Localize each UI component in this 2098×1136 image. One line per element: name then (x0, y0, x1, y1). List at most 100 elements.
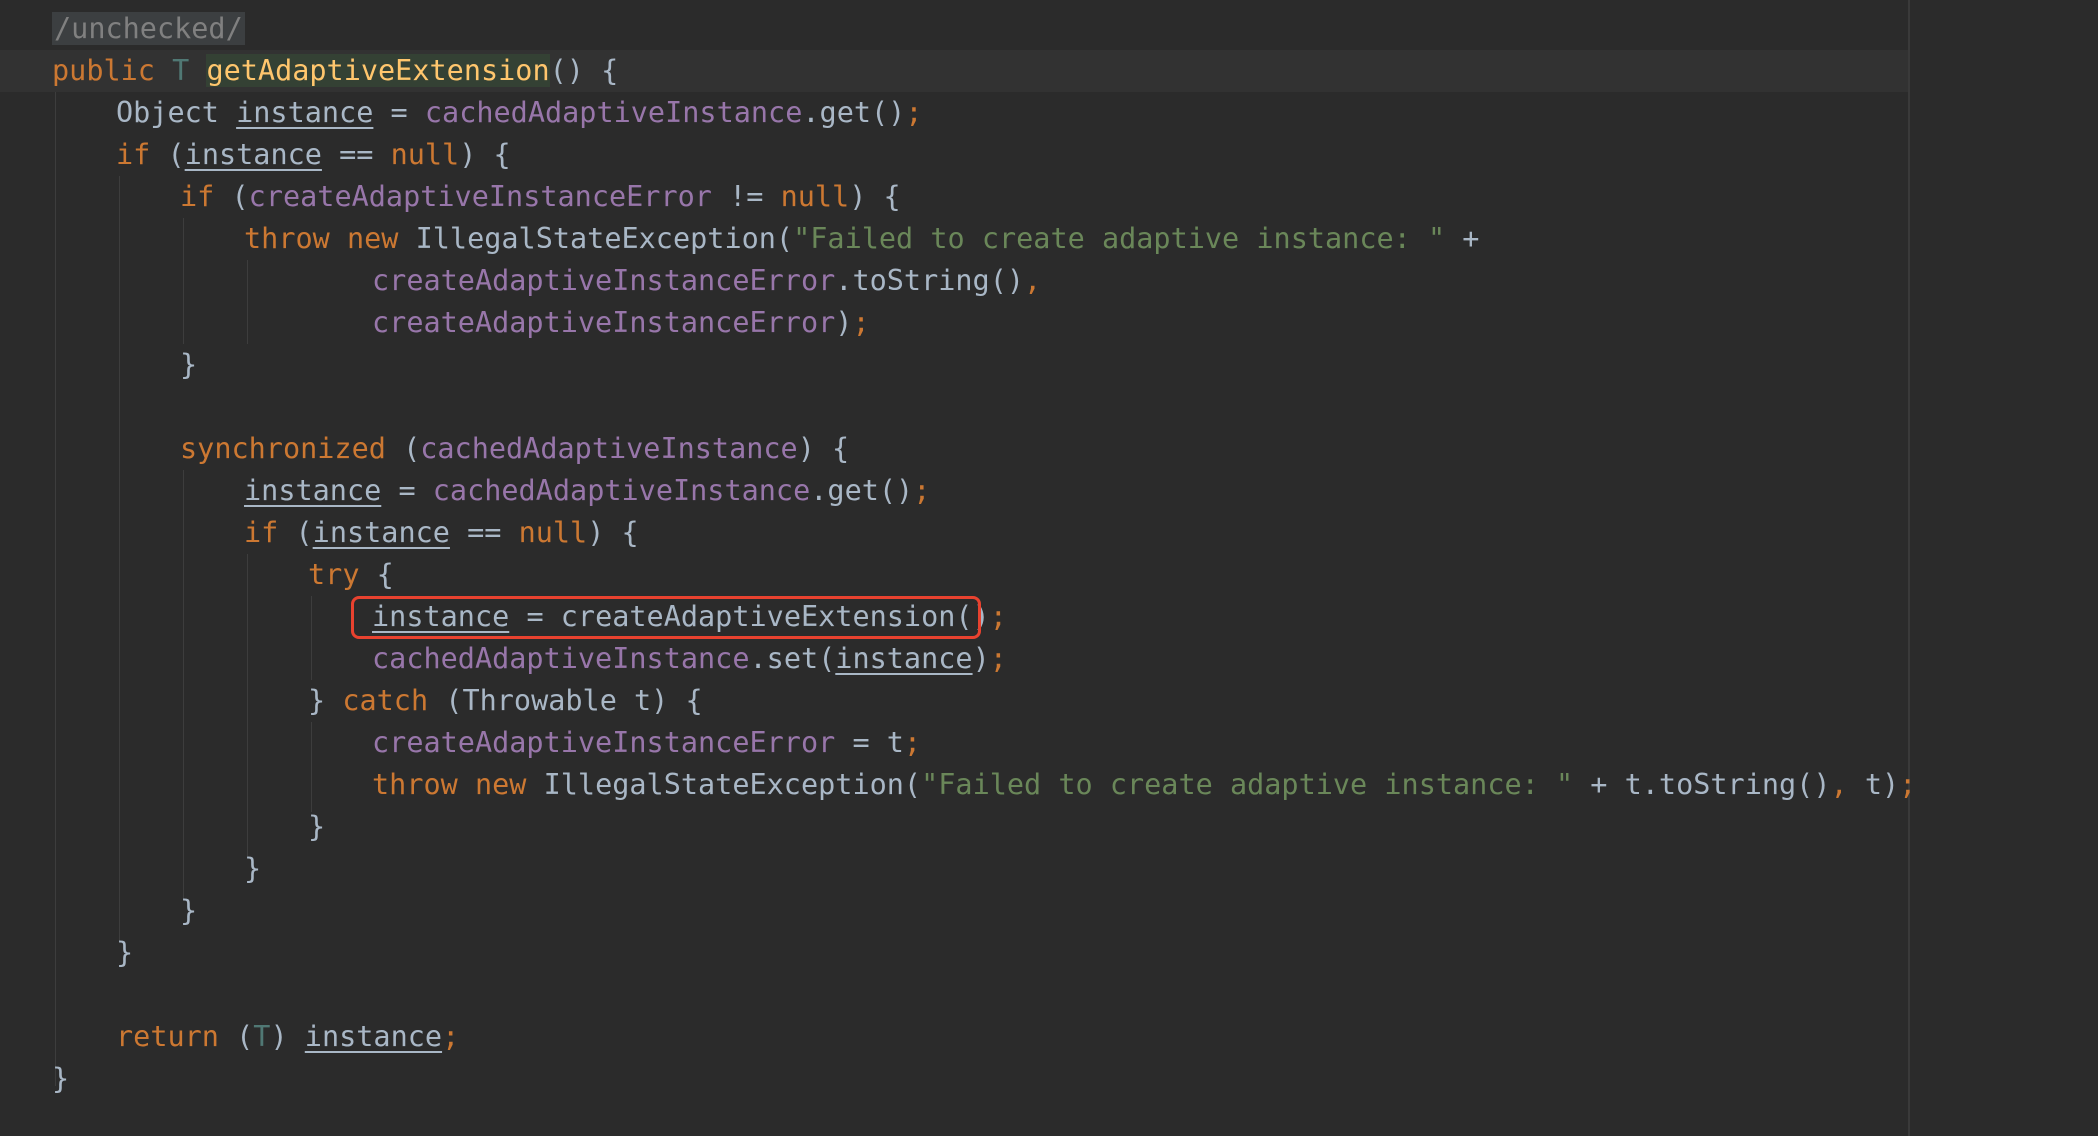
indent-guide (247, 554, 248, 856)
code-line[interactable]: throw new IllegalStateException("Failed … (372, 764, 1916, 806)
code-line[interactable]: } (116, 932, 133, 974)
code-line[interactable]: instance = cachedAdaptiveInstance.get(); (244, 470, 930, 512)
code-token: "Failed to create adaptive instance: " (793, 222, 1446, 255)
highlight-box (351, 596, 981, 639)
code-token: , (1830, 768, 1865, 801)
code-token: } (308, 684, 343, 717)
code-token: instance (236, 96, 374, 129)
code-line[interactable]: return (T) instance; (116, 1016, 459, 1058)
code-token: createAdaptiveInstanceError (372, 306, 836, 339)
code-token: } (180, 894, 198, 927)
code-token: synchronized (180, 432, 404, 465)
code-token: = (373, 96, 425, 129)
code-token: cachedAdaptiveInstance (424, 96, 803, 129)
code-token: ; (989, 642, 1007, 675)
code-token: cachedAdaptiveInstance (372, 642, 750, 675)
code-token: ( (403, 432, 421, 465)
code-token: ; (903, 726, 922, 759)
code-token: ( (295, 516, 313, 549)
code-token: public (52, 54, 173, 87)
right-margin-guide (1908, 0, 1910, 1136)
code-token: if (116, 138, 168, 171)
code-line[interactable]: public T getAdaptiveExtension() { (52, 50, 618, 92)
indent-guide (183, 470, 184, 900)
code-token: { (376, 558, 394, 591)
code-token: ; (905, 96, 923, 129)
code-line[interactable]: } (180, 344, 197, 386)
code-token: t) (1864, 768, 1900, 801)
code-line[interactable]: createAdaptiveInstanceError = t; (372, 722, 921, 764)
code-line[interactable]: } (308, 806, 325, 848)
indent-guide (55, 92, 56, 1086)
code-line[interactable]: } (244, 848, 261, 890)
code-token: return (116, 1020, 237, 1053)
code-line[interactable]: } catch (Throwable t) { (308, 680, 703, 722)
code-line[interactable]: Object instance = cachedAdaptiveInstance… (116, 92, 923, 134)
code-token: IllegalStateException( (543, 768, 922, 801)
code-token: ; (852, 306, 870, 339)
code-line[interactable]: createAdaptiveInstanceError.toString(), (372, 260, 1041, 302)
code-line[interactable]: throw new IllegalStateException("Failed … (244, 218, 1479, 260)
code-token: ( (231, 180, 249, 213)
code-token: null (390, 138, 460, 171)
indent-guide (183, 218, 184, 344)
code-token: /unchecked/ (52, 12, 245, 45)
code-token: () { (549, 54, 619, 87)
code-token: , (1024, 264, 1042, 297)
code-token: + t.toString() (1573, 768, 1831, 801)
code-token: instance (835, 642, 973, 675)
code-token: + (1445, 222, 1480, 255)
code-token: catch (342, 684, 446, 717)
code-token: ( (236, 1020, 254, 1053)
code-token: ; (913, 474, 931, 507)
code-token: throw new (244, 222, 416, 255)
code-token: createAdaptiveInstanceError (248, 180, 712, 213)
code-token: = t (835, 726, 904, 759)
code-token: createAdaptiveInstanceError (372, 264, 836, 297)
code-line[interactable]: try { (308, 554, 394, 596)
code-token: != (711, 180, 781, 213)
code-token: Object (116, 96, 237, 129)
indent-guide (119, 176, 120, 942)
code-line[interactable]: createAdaptiveInstanceError); (372, 302, 870, 344)
code-token: } (180, 348, 198, 381)
code-token: .toString() (835, 264, 1025, 297)
code-token: T (172, 54, 207, 87)
code-token: } (52, 1062, 70, 1095)
code-line[interactable]: cachedAdaptiveInstance.set(instance); (372, 638, 1007, 680)
code-token: T (253, 1020, 271, 1053)
code-token: ) { (849, 180, 901, 213)
code-token: ; (989, 600, 1007, 633)
code-editor[interactable]: /unchecked/public T getAdaptiveExtension… (0, 0, 2098, 1136)
code-line[interactable]: if (instance == null) { (116, 134, 511, 176)
code-token: instance (304, 1020, 443, 1053)
code-token: "Failed to create adaptive instance: " (921, 768, 1574, 801)
code-line[interactable]: if (instance == null) { (244, 512, 639, 554)
code-token: ) (972, 642, 990, 675)
code-token: } (244, 852, 262, 885)
code-token: if (180, 180, 232, 213)
code-line[interactable]: if (createAdaptiveInstanceError != null)… (180, 176, 901, 218)
code-line[interactable]: synchronized (cachedAdaptiveInstance) { (180, 428, 849, 470)
code-token: ) { (459, 138, 511, 171)
code-token: == (449, 516, 519, 549)
code-token: .get() (802, 96, 906, 129)
code-token: createAdaptiveInstanceError (372, 726, 836, 759)
code-line[interactable]: } (180, 890, 197, 932)
code-token: ; (442, 1020, 460, 1053)
code-token: cachedAdaptiveInstance (432, 474, 811, 507)
code-token: try (308, 558, 377, 591)
code-token: .get() (810, 474, 914, 507)
code-token: cachedAdaptiveInstance (420, 432, 798, 465)
code-token: IllegalStateException( (415, 222, 794, 255)
code-token: } (308, 810, 326, 843)
code-token: ( (167, 138, 185, 171)
code-token: ) { (587, 516, 639, 549)
code-token: .set( (749, 642, 836, 675)
code-token: } (116, 936, 134, 969)
code-line[interactable]: /unchecked/ (52, 8, 245, 50)
code-token: getAdaptiveExtension (206, 54, 550, 87)
code-line[interactable]: } (52, 1058, 69, 1100)
code-token: ; (1899, 768, 1917, 801)
code-token: (Throwable t) { (445, 684, 703, 717)
